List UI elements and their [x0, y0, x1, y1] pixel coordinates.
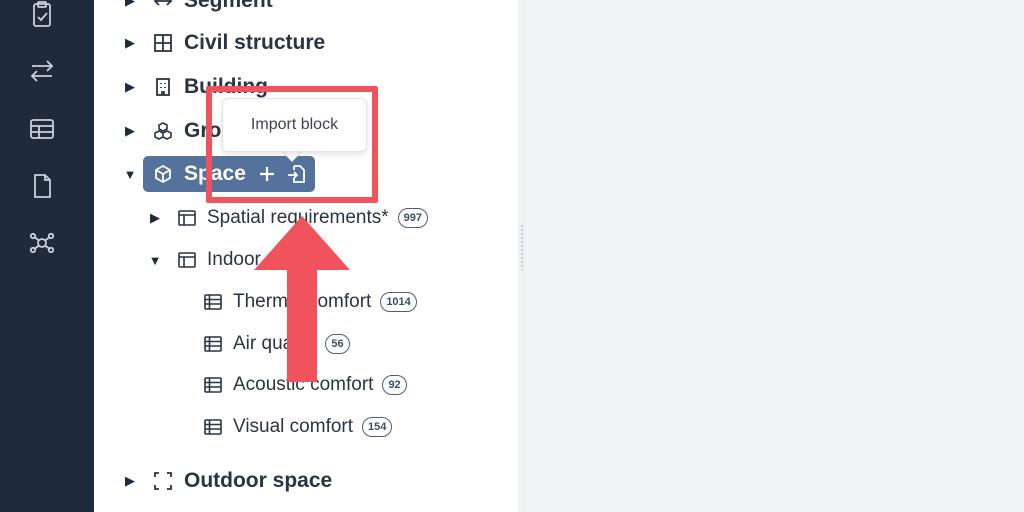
expand-caret[interactable]: ▶ [122, 35, 138, 51]
expand-caret[interactable]: ▶ [122, 123, 138, 139]
network-icon[interactable] [28, 229, 56, 257]
count-badge: 92 [382, 375, 407, 395]
tree-item-outdoor-space[interactable]: ▶ Outdoor space [122, 466, 332, 496]
table-icon [202, 333, 224, 355]
count-badge: 1014 [380, 292, 417, 312]
cube-icon [152, 163, 174, 185]
checklist-icon[interactable] [28, 1, 56, 29]
table-icon[interactable] [28, 115, 56, 143]
highlight-box [206, 86, 378, 203]
expand-caret[interactable]: ▶ [147, 210, 163, 226]
table-icon [202, 291, 224, 313]
content-panel [526, 0, 1024, 512]
cubes-icon [152, 120, 174, 142]
left-sidebar [0, 0, 94, 512]
tree-item-label: Visual comfort [233, 416, 354, 437]
segment-icon [152, 0, 174, 12]
count-badge: 154 [362, 417, 393, 437]
collapse-caret[interactable]: ▼ [122, 166, 138, 182]
focus-frame-icon [152, 470, 174, 492]
collapse-caret[interactable]: ▼ [147, 252, 163, 268]
table-icon [202, 416, 224, 438]
resize-handle[interactable] [520, 224, 524, 270]
expand-caret[interactable]: ▶ [122, 0, 138, 9]
expand-caret[interactable]: ▶ [122, 473, 138, 489]
expand-caret[interactable]: ▶ [122, 79, 138, 95]
tree-item-visual-comfort[interactable]: Visual comfort 154 [202, 412, 393, 442]
layout-icon [176, 207, 198, 229]
building-icon [152, 76, 174, 98]
tree-item-label: Outdoor space [184, 469, 333, 492]
grid-icon [152, 32, 174, 54]
document-icon[interactable] [28, 172, 56, 200]
tree-item-segment[interactable]: ▶ Segment [122, 0, 273, 16]
table-icon [202, 374, 224, 396]
layout-icon [176, 249, 198, 271]
tree-item-civil-structure[interactable]: ▶ Civil structure [122, 28, 325, 58]
count-badge: 997 [397, 208, 429, 228]
tree-item-label: Segment [184, 0, 273, 12]
annotation-arrow-icon [254, 216, 350, 382]
swap-icon[interactable] [28, 57, 56, 85]
tree-item-label: Civil structure [184, 31, 326, 54]
